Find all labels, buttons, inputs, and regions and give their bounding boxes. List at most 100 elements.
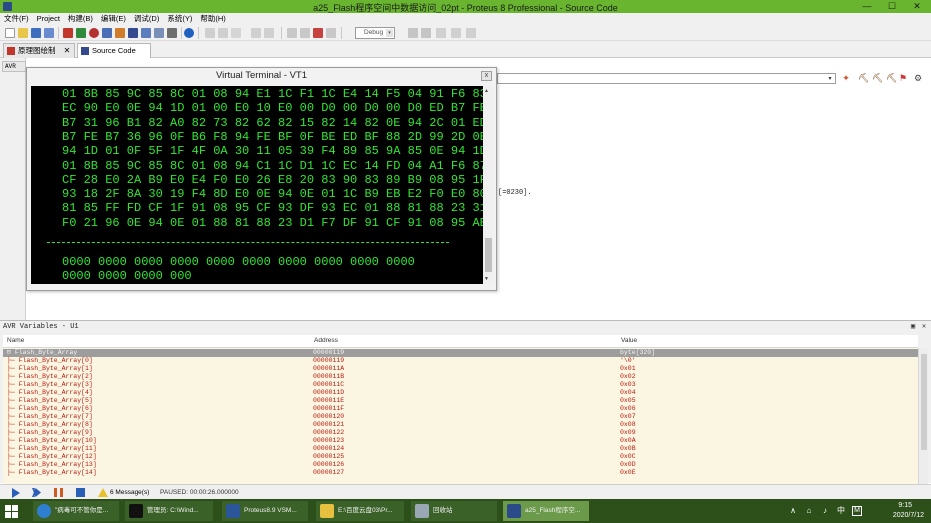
close-panel-icon[interactable]: ✕ [920,323,928,331]
tab-source-code[interactable]: Source Code ✕ [77,43,151,69]
menu-file[interactable]: 文件(F) [0,13,33,25]
clear-bookmarks-icon[interactable] [466,28,476,38]
toggle-bookmark-icon[interactable] [436,28,446,38]
menu-debug[interactable]: 调试(D) [130,13,163,25]
virtual-terminal-close-button[interactable]: x [481,71,492,81]
column-name-header[interactable]: Name [7,337,24,344]
step-out-icon[interactable]: ⛏ [886,73,897,83]
design-explorer-icon[interactable] [141,28,151,38]
restore-panel-icon[interactable]: ▣ [909,323,917,331]
table-row[interactable]: ├─ Flash_Byte_Array[8] 00000121 0x08 [3,421,918,429]
find-icon[interactable] [287,28,297,38]
delete-icon[interactable] [218,28,228,38]
3d-view-icon[interactable] [102,28,112,38]
step-into-icon[interactable]: ⛏ [872,73,883,83]
terminal-scroll-thumb[interactable] [485,238,492,272]
terminal-scrollbar[interactable]: ▲ ▼ [483,86,494,284]
netlist-icon[interactable] [154,28,164,38]
network-icon[interactable]: ⌂ [804,506,814,516]
menu-help[interactable]: 帮助(H) [196,13,229,25]
table-row[interactable]: ├─ Flash_Byte_Array[4] 0000011D 0x04 [3,389,918,397]
table-row[interactable]: ├─ Flash_Byte_Array[12] 00000125 0x0C [3,453,918,461]
tab-schematic[interactable]: 原理图绘制 ✕ [3,43,75,58]
windows-start-icon[interactable] [5,505,19,518]
table-row[interactable]: ├─ Flash_Byte_Array[1] 0000011A 0x01 [3,365,918,373]
table-row[interactable]: ├─ Flash_Byte_Array[7] 00000120 0x07 [3,413,918,421]
cut-icon[interactable] [205,28,215,38]
watch-icon[interactable]: ⚙ [913,73,923,83]
minimize-button[interactable]: — [855,0,879,13]
pause-icon[interactable] [54,488,63,497]
taskbar-item-explorer[interactable]: E:\百度云盘03\Pr... [316,501,404,521]
taskbar-item-proteus[interactable]: a25_Flash程序空... [503,501,589,521]
volume-icon[interactable]: ♪ [820,506,830,516]
step-over-icon[interactable] [408,28,418,38]
save-icon[interactable] [31,28,41,38]
pcb-layout-icon[interactable] [76,28,86,38]
play-icon[interactable] [12,488,20,498]
chevron-down-icon[interactable]: ▾ [826,75,834,83]
undo-icon[interactable] [264,28,274,38]
paste-icon[interactable] [251,28,261,38]
menu-build[interactable]: 构建(B) [64,13,97,25]
table-row[interactable]: ├─ Flash_Byte_Array[6] 0000011F 0x06 [3,405,918,413]
step-over-icon[interactable]: ⛏ [858,73,869,83]
messages-indicator[interactable]: 6 Message(s) [98,487,149,498]
clock-date[interactable]: 2020/7/12 [893,512,924,519]
menu-system[interactable]: 系统(Y) [163,13,196,25]
terminal-screen[interactable]: 01 8B 85 9C 85 8C 01 08 94 E1 1C F1 1C E… [31,86,483,284]
step-icon[interactable] [32,488,41,497]
ime-mode-icon[interactable]: M [852,506,862,516]
menu-project[interactable]: Project [33,13,64,25]
new-file-icon[interactable] [5,28,15,38]
table-row[interactable]: ├─ Flash_Byte_Array[5] 0000011E 0x05 [3,397,918,405]
clock-time[interactable]: 9:15 [898,502,912,509]
table-row[interactable]: ├─ Flash_Byte_Array[3] 0000011C 0x03 [3,381,918,389]
variables-scrollbar[interactable] [918,348,928,484]
build-icon[interactable] [326,28,336,38]
next-bookmark-icon[interactable] [451,28,461,38]
stop-build-icon[interactable] [313,28,323,38]
table-row[interactable]: ⊟ Flash_Byte_Array 00000119 byte[320] [3,349,918,357]
close-tab-icon[interactable]: ✕ [64,46,71,55]
table-row[interactable]: ├─ Flash_Byte_Array[2] 0000011B 0x02 [3,373,918,381]
taskbar-item-recycle-bin[interactable]: 回收站 [411,501,497,521]
table-row[interactable]: ├─ Flash_Byte_Array[11] 00000124 0x0B [3,445,918,453]
find-next-icon[interactable] [300,28,310,38]
taskbar-item-cmd[interactable]: 管理员: C:\Wind... [125,501,213,521]
function-selector[interactable]: ▾ [497,73,836,84]
source-code-icon[interactable] [128,28,138,38]
table-row[interactable]: ├─ Flash_Byte_Array[9] 00000122 0x09 [3,429,918,437]
help-icon[interactable] [184,28,194,38]
table-row[interactable]: ├─ Flash_Byte_Array[14] 00000127 0x0E [3,469,918,477]
menu-edit[interactable]: 编辑(E) [97,13,130,25]
copy-icon[interactable] [231,28,241,38]
save-all-icon[interactable] [44,28,54,38]
chevron-down-icon[interactable]: ▾ [386,29,393,37]
avr-source-code-tab[interactable]: AVR Source Code - U1 [2,61,26,72]
build-config-select[interactable]: Debug ▾ [355,27,395,39]
table-row[interactable]: ├─ Flash_Byte_Array[13] 00000126 0x0D [3,461,918,469]
virtual-terminal-title[interactable]: Virtual Terminal - VT1 [27,68,496,85]
schematic-icon[interactable] [63,28,73,38]
run-to-cursor-icon[interactable]: ✦ [841,73,851,83]
taskbar-item-browser[interactable]: "病毒可不管你是... [33,501,119,521]
step-into-icon[interactable] [421,28,431,38]
scroll-down-icon[interactable]: ▼ [484,276,489,282]
virtual-terminal-window[interactable]: Virtual Terminal - VT1 x 01 8B 85 9C 85 … [26,67,497,291]
variables-scroll-thumb[interactable] [921,354,927,450]
column-value-header[interactable]: Value [621,337,637,344]
taskbar-item-word[interactable]: Proteus8.9 VSM... [222,501,308,521]
gerber-icon[interactable] [89,28,99,38]
open-folder-icon[interactable] [18,28,28,38]
bom-icon[interactable] [115,28,125,38]
table-row[interactable]: ├─ Flash_Byte_Array[0] 00000119 '\0' [3,357,918,365]
stop-icon[interactable] [76,488,85,497]
table-row[interactable]: ├─ Flash_Byte_Array[10] 00000123 0x0A [3,437,918,445]
column-address-header[interactable]: Address [314,337,338,344]
close-button[interactable]: ✕ [905,0,929,13]
scroll-up-icon[interactable]: ▲ [484,88,489,94]
toggle-breakpoint-icon[interactable]: ⚑ [898,73,908,83]
tray-expand-icon[interactable]: ∧ [788,506,798,516]
input-method-icon[interactable]: 中 [836,506,846,516]
